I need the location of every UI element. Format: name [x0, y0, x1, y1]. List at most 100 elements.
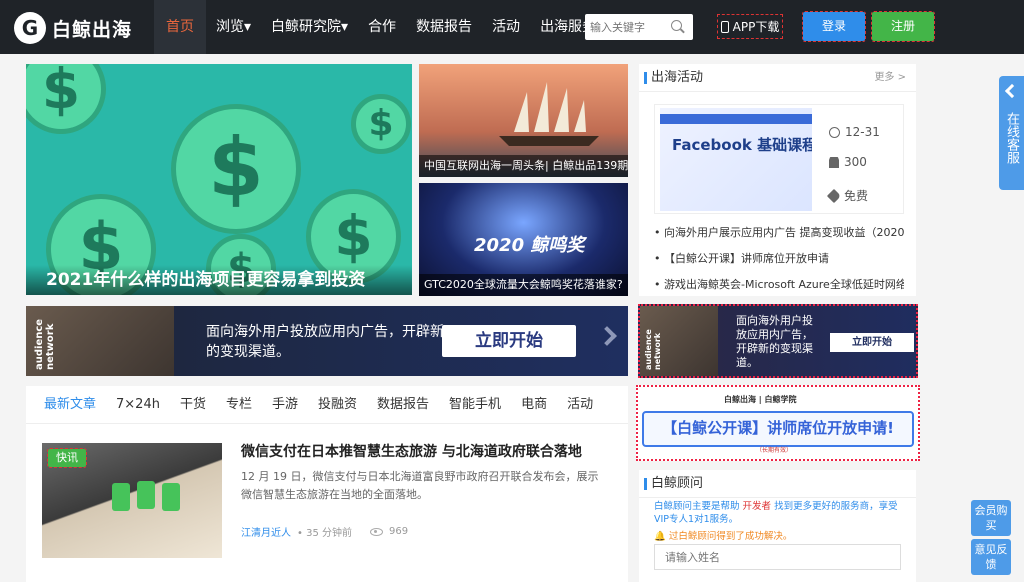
event-price-text: 免费 — [844, 189, 869, 203]
site-logo[interactable]: G 白鲸出海 — [14, 12, 132, 44]
ad-small-start-button[interactable]: 立即开始 — [830, 333, 914, 352]
clock-icon — [829, 126, 840, 138]
tab-mobile-games[interactable]: 手游 — [262, 386, 308, 424]
side-article-weekly[interactable]: 中国互联网出海一周头条| 白鲸出品139期 — [419, 64, 628, 177]
audience-network-logo: audience network — [644, 329, 662, 370]
banner-text: 面向海外用户投放应用内广告，开辟新的变现渠道。 — [206, 324, 444, 360]
event-list-item[interactable]: • 游戏出海鲸英会-Microsoft Azure全球低延时网络 — [654, 272, 904, 298]
audience-network-ad-small[interactable]: audience network 面向海外用户投放应用内广告，开辟新的变现渠道。… — [638, 304, 918, 378]
article-item[interactable]: 快讯 微信支付在日本推智慧生态旅游 与北海道政府联合落地 12 月 19 日，微… — [42, 443, 612, 558]
user-icon — [829, 156, 839, 168]
event-image[interactable]: Facebook 基础课程 — [660, 108, 812, 211]
article-thumbnail[interactable]: 快讯 — [42, 443, 222, 558]
hero-caption[interactable]: 2021年什么样的出海项目更容易拿到投资 — [26, 265, 412, 295]
audience-network-logo: audience network — [34, 318, 56, 370]
hero-article[interactable]: $ $ $ $ $ $ 2021年什么样的出海项目更容易拿到投资 — [26, 64, 412, 295]
event-list-item[interactable]: • 向海外用户展示应用内广告 提高变现收益（2020 — [654, 220, 904, 246]
search-input[interactable] — [585, 15, 669, 39]
name-input[interactable] — [654, 544, 901, 570]
activity-more-link[interactable]: 更多 > — [874, 64, 906, 92]
online-service-tab[interactable]: 在线客服 — [999, 76, 1024, 190]
tab-tips[interactable]: 干货 — [170, 386, 216, 424]
event-count-text: 300 — [844, 155, 867, 169]
tab-investment[interactable]: 投融资 — [308, 386, 367, 424]
article-title[interactable]: 微信支付在日本推智慧生态旅游 与北海道政府联合落地 — [241, 441, 582, 461]
app-download-button[interactable]: APP下载 — [717, 14, 783, 39]
event-count: 300 — [829, 155, 867, 169]
wechat-pay-sign — [162, 483, 180, 511]
event-price: 免费 — [826, 187, 869, 204]
nav-item-events[interactable]: 活动 — [482, 0, 530, 54]
chevron-left-icon — [1004, 83, 1019, 99]
nav-item-browse[interactable]: 浏览▾ — [206, 0, 261, 54]
advisor-desc-prefix: 白鲸顾问主要是帮助 — [654, 501, 740, 512]
advisor-description: 白鲸顾问主要是帮助 开发者 找到更多更好的服务商，享受VIP专人1对1服务。 — [654, 500, 909, 526]
nav-item-cooperation[interactable]: 合作 — [358, 0, 406, 54]
article-time: • 35 分钟前 — [297, 528, 352, 539]
feedback-button[interactable]: 意见反馈 — [971, 539, 1011, 575]
eye-icon — [369, 527, 383, 536]
open-class-banner-text: 【白鲸公开课】讲师席位开放申请! — [642, 411, 914, 447]
activity-title-text: 出海活动 — [651, 70, 704, 85]
dollar-coin-icon: $ — [26, 64, 106, 134]
side-article-gtc-caption[interactable]: GTC2020全球流量大会鲸鸣奖花落谁家? — [419, 274, 628, 296]
tag-icon — [826, 188, 842, 203]
side-article-gtc[interactable]: 2020 鲸鸣奖 GTC2020全球流量大会鲸鸣奖花落谁家? — [419, 183, 628, 296]
tab-7x24[interactable]: 7×24h — [106, 386, 170, 424]
advisor-panel-title: 白鲸顾问 — [639, 470, 916, 498]
search-icon[interactable] — [669, 18, 687, 36]
open-class-sub: （长期有效） — [756, 447, 793, 454]
tab-data-reports[interactable]: 数据报告 — [367, 386, 439, 424]
tab-columns[interactable]: 专栏 — [216, 386, 262, 424]
advisor-title-text: 白鲸顾问 — [651, 476, 704, 491]
tab-latest[interactable]: 最新文章 — [34, 386, 106, 424]
advisor-panel: 白鲸顾问 白鲸顾问主要是帮助 开发者 找到更多更好的服务商，享受VIP专人1对1… — [639, 470, 916, 582]
register-button[interactable]: 注册 — [871, 11, 935, 42]
app-download-label: APP下载 — [732, 20, 780, 34]
flash-news-badge: 快讯 — [47, 448, 87, 468]
top-navbar: G 白鲸出海 首页 浏览▾ 白鲸研究院▾ 合作 数据报告 活动 出海服务▾ AP… — [0, 0, 1024, 54]
ad-small-text: 面向海外用户投放应用内广告，开辟新的变现渠道。 — [736, 314, 822, 370]
open-class-logo: 白鲸出海 | 白鲸学院 — [724, 395, 797, 404]
tab-ecommerce[interactable]: 电商 — [511, 386, 557, 424]
dollar-coin-icon: $ — [171, 104, 301, 234]
activity-panel-title: 出海活动 更多 > — [639, 64, 916, 92]
main-nav: 首页 浏览▾ 白鲸研究院▾ 合作 数据报告 活动 出海服务▾ — [154, 0, 613, 54]
event-date: 12-31 — [829, 125, 880, 139]
article-views: 969 — [388, 526, 409, 537]
banner-start-button[interactable]: 立即开始 — [442, 325, 576, 357]
nav-item-home[interactable]: 首页 — [154, 0, 206, 54]
event-image-title: Facebook 基础课程 — [672, 136, 812, 154]
event-image-header — [660, 114, 812, 124]
dollar-coin-icon: $ — [351, 94, 411, 154]
nav-item-reports[interactable]: 数据报告 — [406, 0, 482, 54]
chevron-right-icon[interactable] — [597, 326, 617, 346]
event-list-item[interactable]: • 【白鲸公开课】讲师席位开放申请 — [654, 246, 904, 272]
event-list: • 向海外用户展示应用内广告 提高变现收益（2020 • 【白鲸公开课】讲师席位… — [654, 220, 904, 298]
news-feed: 最新文章 7×24h 干货 专栏 手游 投融资 数据报告 智能手机 电商 活动 … — [26, 386, 628, 582]
nav-item-research[interactable]: 白鲸研究院▾ — [261, 0, 358, 54]
logo-text: 白鲸出海 — [52, 18, 133, 41]
activity-panel: 出海活动 更多 > Facebook 基础课程 12-31 300 免费 • 向… — [639, 64, 916, 296]
open-class-ad[interactable]: 白鲸出海 | 白鲸学院 【白鲸公开课】讲师席位开放申请! （长期有效） — [636, 385, 920, 461]
side-article-weekly-caption[interactable]: 中国互联网出海一周头条| 白鲸出品139期 — [419, 155, 628, 177]
event-date-text: 12-31 — [845, 125, 880, 139]
online-service-label: 在线客服 — [1004, 112, 1019, 164]
wechat-pay-sign — [112, 483, 130, 511]
ad-small-text-content: 面向海外用户投放应用内广告，开辟新的变现渠道。 — [736, 314, 813, 369]
article-author[interactable]: 江清月近人 — [241, 524, 291, 539]
tab-events[interactable]: 活动 — [557, 386, 603, 424]
logo-mark: G — [14, 12, 46, 44]
search-box — [585, 14, 693, 40]
tab-smartphones[interactable]: 智能手机 — [439, 386, 511, 424]
news-tabs: 最新文章 7×24h 干货 专栏 手游 投融资 数据报告 智能手机 电商 活动 — [26, 386, 628, 424]
wechat-pay-sign — [137, 481, 155, 509]
advisor-note: 🔔 过白鲸顾问得到了成功解决。 — [654, 531, 793, 542]
article-meta: 江清月近人 • 35 分钟前 969 — [241, 524, 408, 539]
featured-event[interactable]: Facebook 基础课程 12-31 300 免费 — [654, 104, 904, 214]
login-button[interactable]: 登录 — [802, 11, 866, 42]
article-summary: 12 月 19 日，微信支付与日本北海道富良野市政府召开联合发布会，展示微信智慧… — [241, 470, 599, 501]
member-purchase-button[interactable]: 会员购买 — [971, 500, 1011, 536]
audience-network-banner[interactable]: audience network 面向海外用户投放应用内广告，开辟新的变现渠道。… — [26, 306, 628, 376]
stage-graphic-text: 2020 鲸鸣奖 — [474, 235, 585, 256]
